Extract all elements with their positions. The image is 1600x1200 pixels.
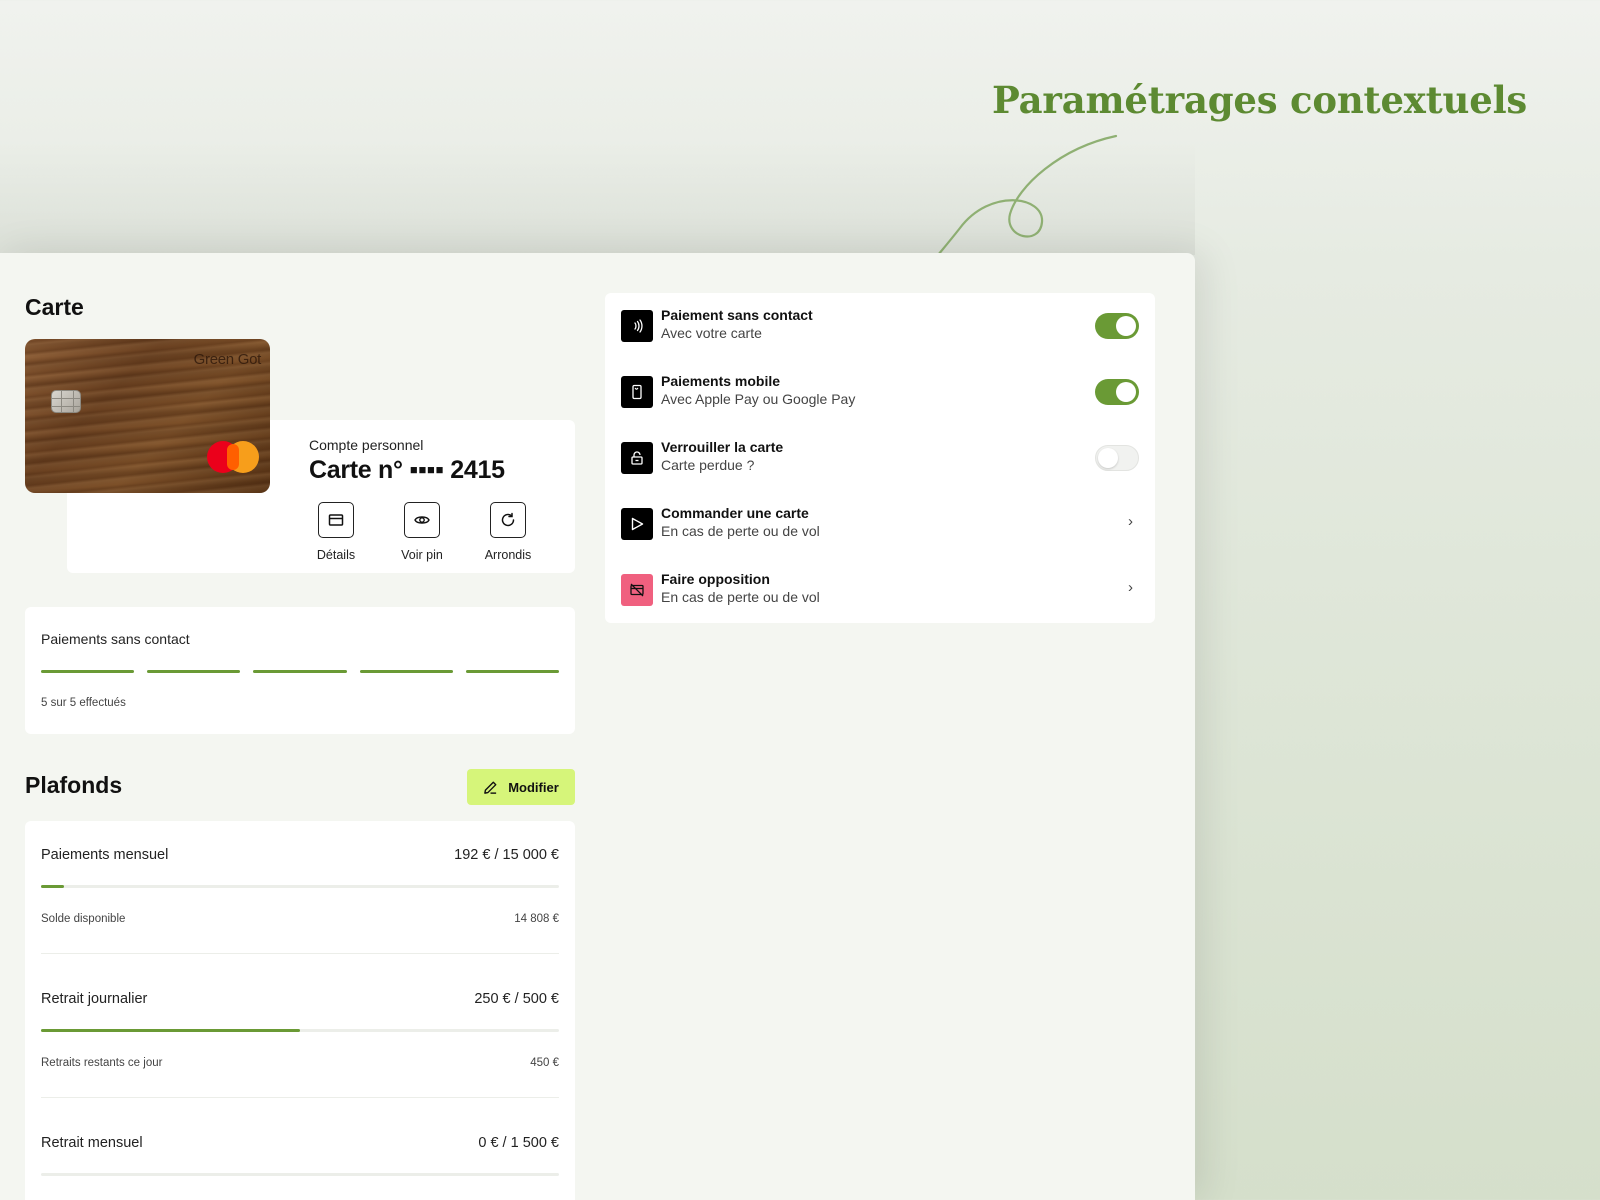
lock-icon <box>621 442 653 474</box>
limit-sub-value: 14 808 € <box>514 913 559 925</box>
usage-segments <box>41 670 560 673</box>
arrondis-label: Arrondis <box>484 548 532 562</box>
usage-segment <box>253 670 347 673</box>
contactless-usage-box: Paiements sans contact 5 sur 5 effectués <box>25 607 575 734</box>
send-icon <box>621 508 653 540</box>
limit-item: Paiements mensuel 192 € / 15 000 € Solde… <box>41 847 559 954</box>
annotation-title: Paramétrages contextuels <box>992 78 1528 122</box>
setting-subtitle: Carte perdue ? <box>661 457 755 473</box>
mastercard-logo-icon <box>207 441 259 473</box>
contextual-settings-list: Paiement sans contact Avec votre carte P… <box>605 293 1155 623</box>
voir-pin-button[interactable] <box>404 502 440 538</box>
details-action[interactable]: Détails <box>296 502 376 562</box>
contactless-toggle[interactable] <box>1095 313 1139 339</box>
limit-progress-bar <box>41 885 559 888</box>
limit-label: Paiements mensuel <box>41 847 169 863</box>
contactless-usage-label: Paiements sans contact <box>41 631 190 647</box>
arrondis-button[interactable] <box>490 502 526 538</box>
voir-pin-action[interactable]: Voir pin <box>382 502 462 562</box>
card-settings-panel: Carte Compte personnel Carte n° ▪▪▪▪ 241… <box>0 253 1195 1200</box>
limit-item: Retrait mensuel 0 € / 1 500 € <box>41 1135 559 1176</box>
plafonds-title: Plafonds <box>25 772 123 798</box>
divider <box>41 1097 559 1098</box>
card-visual: Green Got <box>25 339 270 493</box>
details-button[interactable] <box>318 502 354 538</box>
setting-title: Paiements mobile <box>661 373 781 389</box>
usage-segment <box>359 670 453 673</box>
limit-sub-label: Retraits restants ce jour <box>41 1057 163 1069</box>
setting-title: Paiement sans contact <box>661 307 813 323</box>
limit-value: 250 € / 500 € <box>474 991 559 1007</box>
setting-row-order-card[interactable]: Commander une carte En cas de perte ou d… <box>621 504 1139 544</box>
limit-value: 192 € / 15 000 € <box>454 847 559 863</box>
account-label: Compte personnel <box>309 437 424 453</box>
limit-item: Retrait journalier 250 € / 500 € Retrait… <box>41 991 559 1098</box>
details-label: Détails <box>316 548 356 562</box>
chip-icon <box>51 390 81 413</box>
card-off-icon <box>621 574 653 606</box>
setting-subtitle: En cas de perte ou de vol <box>661 523 820 539</box>
voir-pin-label: Voir pin <box>401 548 443 562</box>
chevron-right-icon: › <box>1128 513 1133 530</box>
carte-title: Carte <box>25 294 84 320</box>
setting-subtitle: Avec Apple Pay ou Google Pay <box>661 391 856 407</box>
card-number: Carte n° ▪▪▪▪ 2415 <box>309 456 505 484</box>
arrondis-action[interactable]: Arrondis <box>468 502 548 562</box>
usage-segment <box>465 670 560 673</box>
contactless-usage-note: 5 sur 5 effectués <box>41 697 126 709</box>
limit-label: Retrait journalier <box>41 991 148 1007</box>
limit-progress-fill <box>41 1029 300 1032</box>
setting-title: Commander une carte <box>661 505 809 521</box>
limit-progress-fill <box>41 885 65 888</box>
setting-row-opposition[interactable]: Faire opposition En cas de perte ou de v… <box>621 570 1139 610</box>
setting-title: Verrouiller la carte <box>661 439 784 455</box>
mobile-icon <box>621 376 653 408</box>
limit-sub-value: 450 € <box>530 1057 559 1069</box>
limit-value: 0 € / 1 500 € <box>478 1135 559 1151</box>
limit-progress-bar <box>41 1029 559 1032</box>
divider <box>41 953 559 954</box>
setting-row-contactless[interactable]: Paiement sans contact Avec votre carte <box>621 306 1139 346</box>
usage-segment <box>41 670 135 673</box>
card-brand-logo: Green Got <box>193 351 262 368</box>
setting-row-mobile-payments[interactable]: Paiements mobile Avec Apple Pay ou Googl… <box>621 372 1139 412</box>
modifier-label: Modifier <box>508 779 559 795</box>
setting-row-lock-card[interactable]: Verrouiller la carte Carte perdue ? <box>621 438 1139 478</box>
mobile-payments-toggle[interactable] <box>1095 379 1139 405</box>
usage-segment <box>147 670 241 673</box>
chevron-right-icon: › <box>1128 579 1133 596</box>
limit-sub-label: Solde disponible <box>41 913 126 925</box>
setting-subtitle: Avec votre carte <box>661 325 762 341</box>
pencil-icon <box>484 781 497 794</box>
modifier-button[interactable]: Modifier <box>467 769 575 805</box>
refresh-icon <box>501 512 515 527</box>
contactless-icon <box>621 310 653 342</box>
limit-label: Retrait mensuel <box>41 1135 143 1151</box>
plafonds-box: Paiements mensuel 192 € / 15 000 € Solde… <box>25 821 575 1200</box>
card-icon <box>328 514 344 526</box>
setting-title: Faire opposition <box>661 571 770 587</box>
lock-card-toggle[interactable] <box>1095 445 1139 471</box>
limit-progress-bar <box>41 1173 559 1176</box>
eye-icon <box>414 516 430 524</box>
setting-subtitle: En cas de perte ou de vol <box>661 589 820 605</box>
